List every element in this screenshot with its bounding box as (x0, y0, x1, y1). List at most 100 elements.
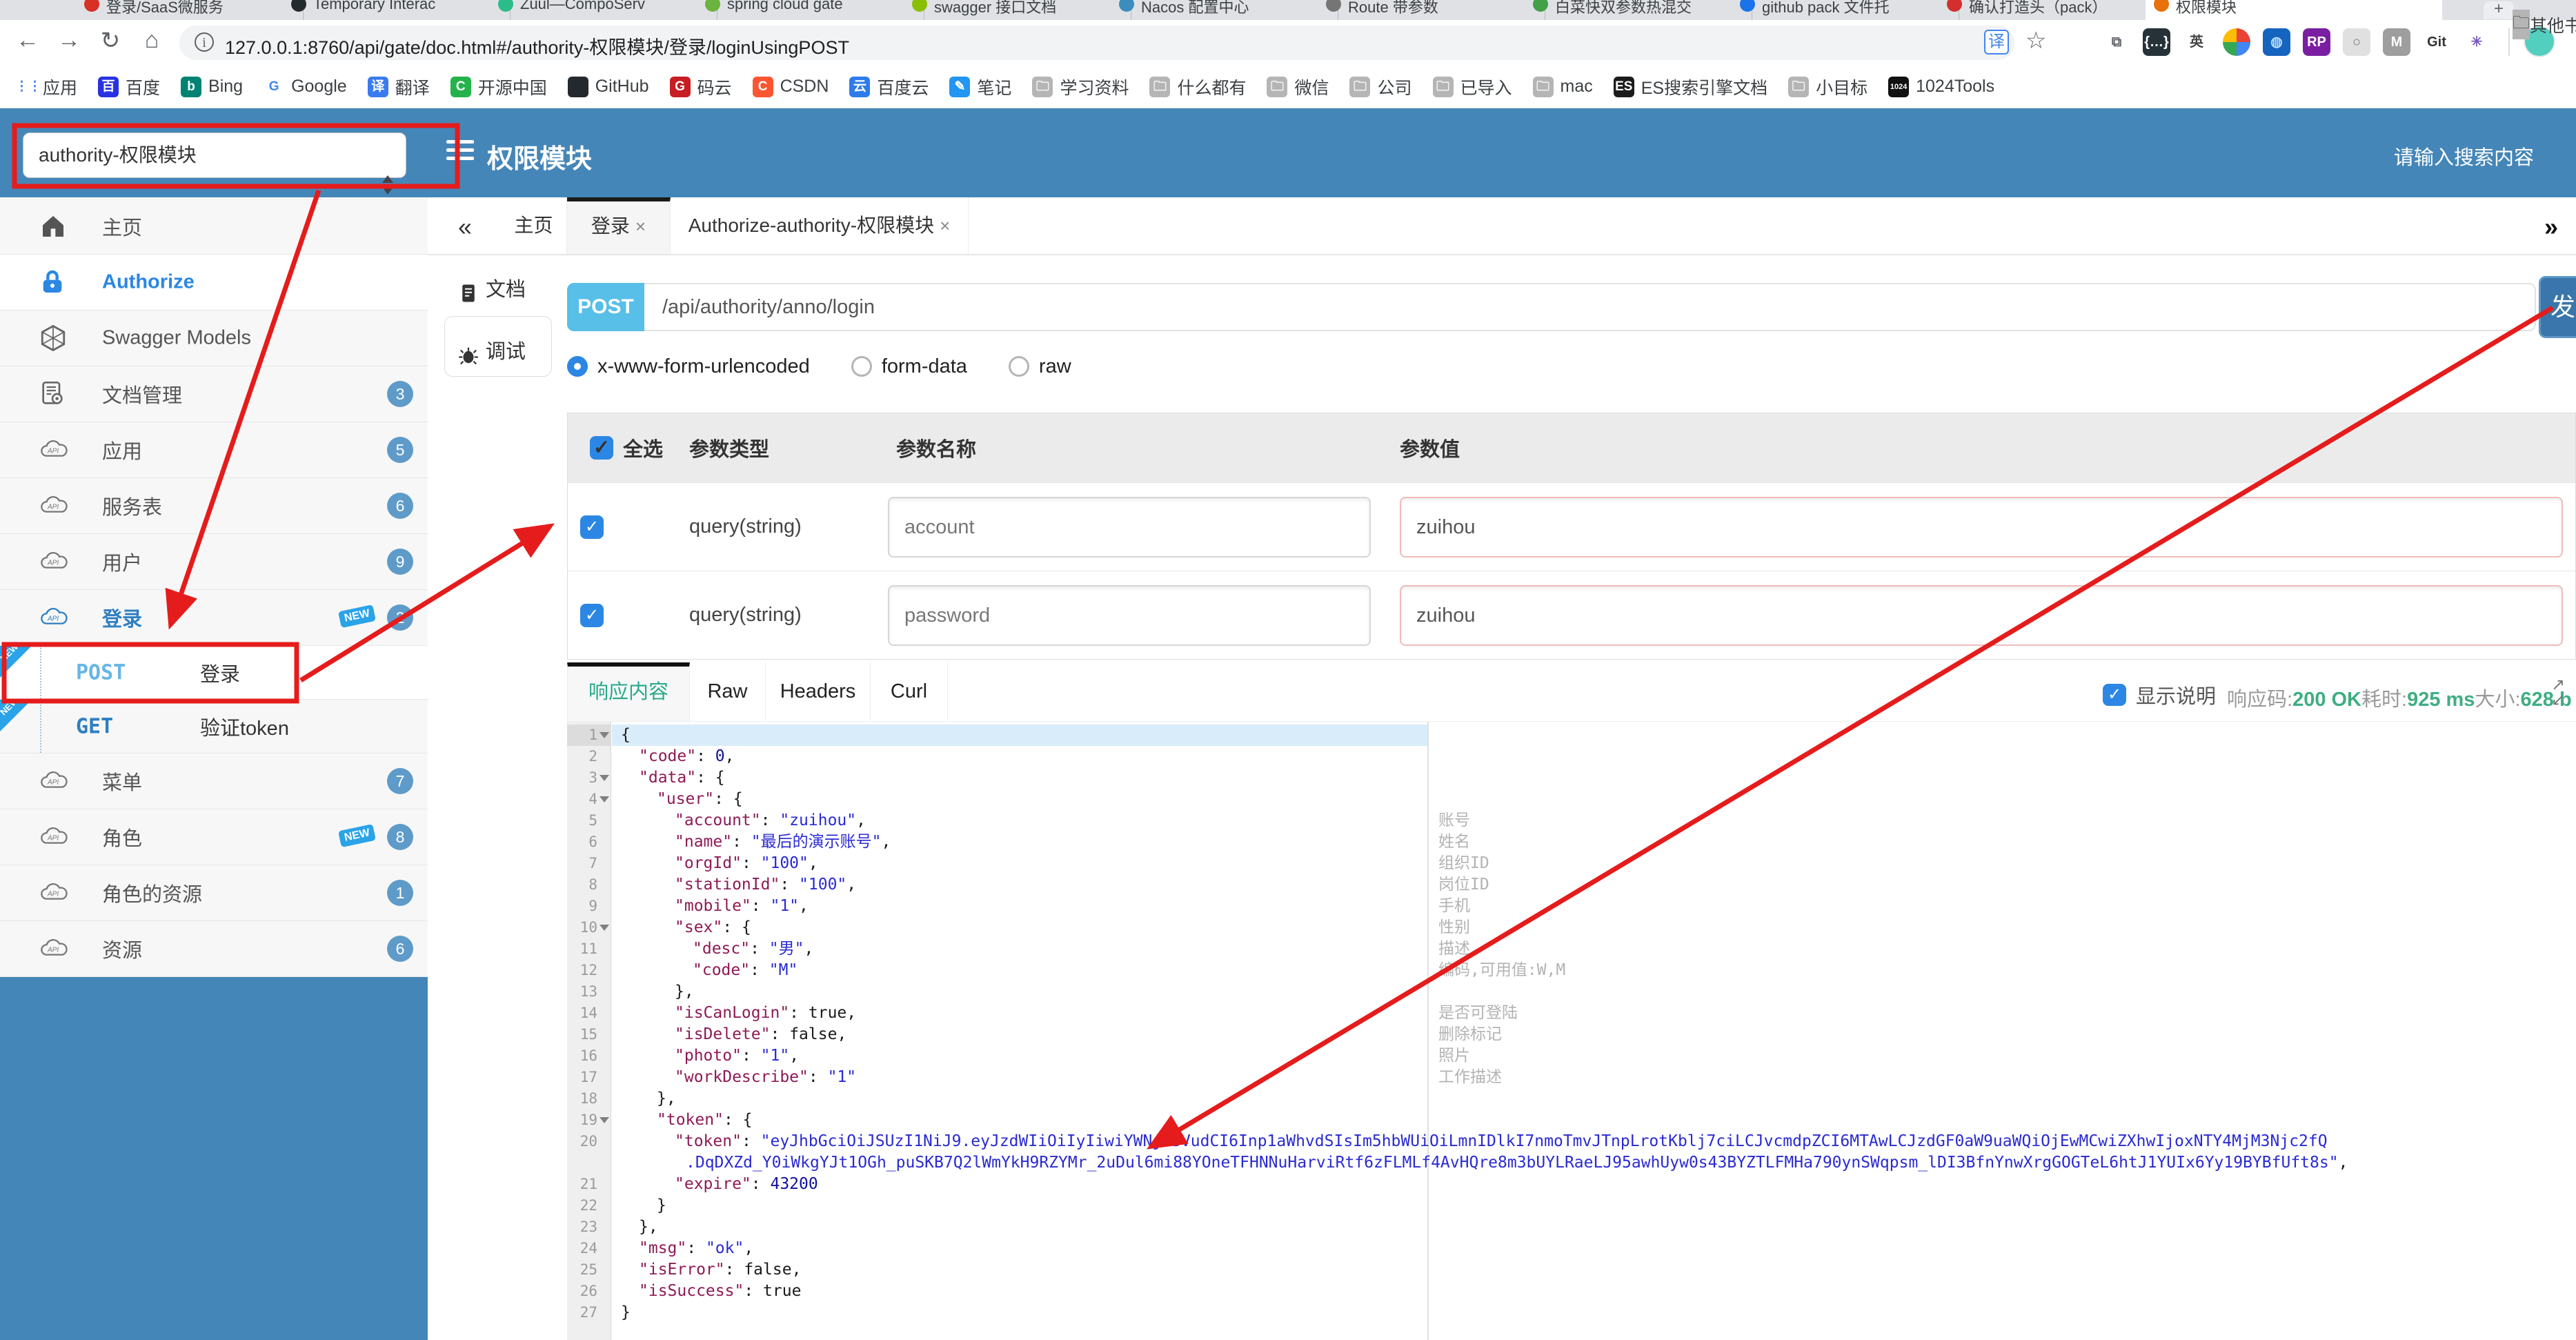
sidebar-endpoint-verify-token-get[interactable]: NEW GET 验证token (0, 695, 428, 753)
browser-tab[interactable]: 确认打造头（pack） (1939, 0, 2166, 20)
bookmark-folder[interactable]: 🗀 什么都有 (1149, 75, 1246, 99)
collapse-node-icon[interactable] (600, 775, 609, 781)
bookmark-folder[interactable]: 🗀 微信 (1267, 75, 1329, 99)
bookmarks-other-folder[interactable]: 🗀 其他书签 (2513, 10, 2576, 39)
sidebar-item-swagger-models[interactable]: Swagger Models (0, 311, 428, 366)
sidebar-item-home[interactable]: 主页 (0, 199, 428, 255)
gitzip-extension-icon[interactable]: Git (2423, 28, 2450, 56)
bookmark-baiduyun[interactable]: 云百度云 (849, 75, 929, 99)
menu-toggle-icon[interactable] (446, 140, 474, 165)
bookmark-note[interactable]: ✎ 笔记 (949, 75, 1011, 99)
sidebar-item-doc-manage[interactable]: 文档管理 3 (0, 366, 428, 422)
show-description-toggle[interactable]: ✓ 显示说明 (2103, 680, 2216, 709)
browser-tab[interactable]: Nacos 配置中心 (1111, 0, 1338, 20)
screenshot-extension-icon[interactable]: ⧉ (2103, 28, 2130, 56)
bookmark-baidu[interactable]: 百百度 (98, 75, 160, 99)
chrome-extension-icon[interactable] (2223, 28, 2250, 56)
sidebar-item-user[interactable]: API 用户 9 (0, 534, 428, 590)
m-shield-extension-icon[interactable]: M (2383, 28, 2410, 56)
collapse-node-icon[interactable] (600, 732, 609, 738)
bookmark-folder[interactable]: 🗀 学习资料 (1032, 75, 1129, 99)
bookmark-csdn[interactable]: C CSDN (752, 76, 829, 97)
subnav-doc[interactable]: 文档 (458, 273, 526, 304)
param-checkbox[interactable]: ✓ (580, 515, 604, 539)
response-tab-Raw[interactable]: Raw (690, 662, 766, 721)
browser-tab[interactable]: Route 带参数 (1318, 0, 1545, 20)
bookmark-apps[interactable]: ⋮⋮⋮ 应用 (15, 75, 77, 99)
doc-tab-authorize[interactable]: Authorize-authority-权限模块 × (671, 197, 969, 254)
show-description-checkbox[interactable]: ✓ (2103, 684, 2126, 706)
collapse-node-icon[interactable] (600, 796, 609, 802)
bookmark-folder[interactable]: 🗀 已导入 (1432, 75, 1512, 99)
collapse-node-icon[interactable] (600, 1117, 609, 1123)
bookmark-t1024[interactable]: 1024 1024Tools (1888, 76, 1994, 97)
browser-tab[interactable]: 登录/SaaS微服务 (76, 0, 304, 20)
param-value-input[interactable]: zuihou (1400, 584, 2563, 646)
browser-tab[interactable]: 白菜快双参数热混交 (1525, 0, 1752, 20)
bookmark-folder[interactable]: 🗀 mac (1532, 76, 1593, 97)
translate-icon[interactable]: 译 (1984, 30, 2009, 55)
new-tab-button[interactable]: + (2484, 1, 2514, 19)
browser-tab[interactable]: github pack 文件托 (1732, 0, 1959, 20)
home-icon[interactable]: ⌂ (135, 27, 168, 54)
collapse-node-icon[interactable] (600, 925, 609, 931)
browser-tab[interactable]: spring cloud gate (697, 0, 924, 20)
asterisk-extension-icon[interactable]: ✳ (2463, 28, 2490, 56)
sidebar-item-menu[interactable]: API 菜单 7 (0, 753, 428, 809)
sidebar-item-resource[interactable]: API 资源 6 (0, 921, 428, 977)
bookmark-google[interactable]: G Google (264, 76, 347, 97)
subnav-debug[interactable]: 调试 (458, 335, 526, 366)
page-info-icon[interactable]: i (195, 32, 214, 52)
reload-icon[interactable]: ↻ (94, 27, 127, 55)
bookmark-star-icon[interactable]: ☆ (2025, 27, 2046, 55)
radio-form-data[interactable] (851, 356, 872, 377)
sidebar-item-login[interactable]: API 登录 NEW 2 (0, 590, 428, 646)
rp-extension-icon[interactable]: RP (2303, 28, 2330, 56)
en-translate-extension-icon[interactable]: 英 (2183, 28, 2210, 56)
url-text[interactable]: 127.0.0.1:8760/api/gate/doc.html#/author… (225, 32, 849, 59)
sidebar-item-authorize[interactable]: Authorize (0, 255, 428, 311)
browser-tab-active[interactable]: 权限模块 (2146, 0, 2442, 20)
bookmark-github[interactable]: GitHub (567, 76, 649, 97)
response-tab-Curl[interactable]: Curl (871, 662, 948, 721)
bookmark-folder[interactable]: 🗀 小目标 (1788, 75, 1867, 99)
radio-raw[interactable] (1008, 356, 1029, 377)
close-tab-icon[interactable]: × (940, 215, 950, 236)
param-name-input[interactable]: account (888, 496, 1371, 558)
json-brackets-extension-icon[interactable]: {…} (2143, 28, 2170, 56)
request-path-input[interactable]: /api/authority/anno/login (644, 283, 2536, 331)
sidebar-item-app[interactable]: API 应用 5 (0, 422, 428, 478)
browser-tab[interactable]: Temporary Interac (283, 0, 511, 20)
bookmark-es[interactable]: ES ES搜索引擎文档 (1613, 75, 1767, 99)
param-value-input[interactable]: zuihou (1400, 496, 2563, 558)
ring-extension-icon[interactable]: ○ (2343, 28, 2370, 56)
radio-x-www-form-urlencoded[interactable] (567, 356, 588, 377)
module-select[interactable]: authority-权限模块 (23, 132, 406, 195)
url-bar[interactable]: i 127.0.0.1:8760/api/gate/doc.html#/auth… (179, 26, 2014, 60)
send-button[interactable]: 发 (2539, 276, 2576, 338)
forward-icon[interactable]: → (52, 27, 86, 54)
fullscreen-icon[interactable]: ↗ ↙ (2551, 677, 2565, 709)
close-tab-icon[interactable]: × (635, 216, 646, 237)
doc-tab-active[interactable]: 登录 × (567, 197, 671, 254)
bookmark-translate[interactable]: 译翻译 (367, 75, 430, 99)
doc-tab-home[interactable]: 主页 (501, 197, 567, 254)
sidebar-endpoint-login-post[interactable]: NEW POST 登录 (0, 641, 428, 700)
browser-tab[interactable]: swagger 接口文档 (904, 0, 1131, 20)
select-all-checkbox[interactable]: ✓ (590, 436, 613, 460)
param-name-input[interactable]: password (888, 584, 1371, 646)
bookmark-oschina[interactable]: C 开源中国 (450, 75, 547, 99)
response-tab-Headers[interactable]: Headers (766, 662, 871, 721)
collapse-tabs-icon[interactable]: « (458, 213, 472, 242)
globe-extension-icon[interactable]: ◍ (2263, 28, 2290, 56)
bookmark-folder[interactable]: 🗀 公司 (1349, 75, 1412, 99)
bookmark-gitee[interactable]: G 码云 (669, 75, 732, 99)
expand-tabs-icon[interactable]: » (2544, 213, 2558, 242)
back-icon[interactable]: ← (11, 27, 44, 54)
browser-tab[interactable]: Zuul—CompoServ (490, 0, 717, 20)
sidebar-item-role-resource[interactable]: API 角色的资源 1 (0, 865, 428, 921)
sidebar-item-role[interactable]: API 角色 NEW 8 (0, 809, 428, 865)
bookmark-bing[interactable]: b Bing (181, 76, 243, 97)
search-input[interactable]: 请输入搜索内容 (2394, 141, 2534, 170)
response-tab-响应内容[interactable]: 响应内容 (567, 662, 690, 721)
